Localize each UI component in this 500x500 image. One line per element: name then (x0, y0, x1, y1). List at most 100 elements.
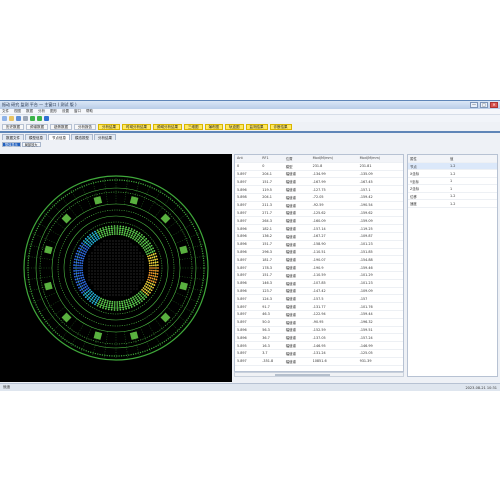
inner-node (83, 278, 85, 281)
settings-icon[interactable] (44, 116, 49, 121)
table-row[interactable]: 5.896 182.1 幅值谱 -157.14 -119.25 (235, 224, 403, 233)
menu-item[interactable]: 视图 (14, 109, 21, 114)
column-header[interactable]: Mod(M/mm) (310, 155, 358, 163)
minimize-button[interactable]: — (470, 102, 478, 108)
table-cell: 264.3 (260, 216, 284, 226)
property-row[interactable]: 位移 1.2 (408, 192, 497, 201)
core-node (103, 249, 105, 251)
table-row[interactable]: 5.897 50.0 幅值谱 -90.95 -196.32 (235, 318, 403, 327)
table-row[interactable]: 5.897 264.3 幅值谱 -160.09 -159.09 (235, 216, 403, 226)
function-button[interactable]: 频谱数据 (26, 124, 48, 130)
table-row[interactable]: 5.897 178.3 幅值谱 -190.9 -159.46 (235, 263, 403, 272)
table-row[interactable]: 5.895 16.3 幅值谱 -146.95 -146.99 (235, 341, 403, 350)
inner-node (101, 233, 104, 236)
table-row[interactable]: 5.897 271.7 幅值谱 -125.62 -159.62 (235, 209, 403, 218)
table-row[interactable]: 5.897 91.7 幅值谱 -131.77 -101.76 (235, 302, 403, 311)
table-row[interactable]: 5.896 146.3 幅值谱 -107.85 -101.23 (235, 279, 403, 288)
property-row[interactable]: Z坐标 1 (408, 184, 497, 193)
function-button[interactable]: 趋势数据 (50, 124, 72, 130)
column-header[interactable]: Ant (235, 155, 261, 163)
menu-item[interactable]: 窗口 (74, 109, 81, 114)
core-node (124, 288, 126, 290)
inner-node (113, 227, 116, 229)
scrollbar-thumb[interactable] (275, 374, 330, 376)
inner-node (84, 296, 87, 299)
open-icon[interactable] (9, 116, 14, 121)
run-icon[interactable] (30, 116, 35, 121)
table-cell: 5.897 (235, 302, 261, 311)
table-cell: 10851.6 (310, 357, 358, 366)
inner-node (73, 272, 76, 275)
close-button[interactable]: ✕ (490, 102, 498, 108)
table-row[interactable]: 5.897 3.7 幅值谱 -131.24 -125.05 (235, 349, 403, 358)
column-header[interactable]: Mod(M/mm) (357, 155, 403, 163)
new-icon[interactable] (2, 116, 7, 121)
core-node (115, 261, 117, 263)
column-header[interactable]: RF1 (260, 155, 284, 163)
table-row[interactable]: 0 0 模型 231.8 231.81 (235, 162, 403, 171)
inner-node (138, 301, 141, 304)
function-button[interactable]: 历史数据 (2, 124, 24, 130)
table-row[interactable]: 5.898 204.1 幅值谱 -72.05 -159.42 (235, 193, 403, 202)
table-cell: -157 (357, 294, 403, 304)
core-node (130, 267, 132, 269)
property-row[interactable]: X坐标 1.2 (408, 169, 497, 178)
table-row[interactable]: 5.897 211.3 幅值谱 -92.59 -190.54 (235, 201, 403, 210)
core-node (109, 273, 111, 275)
tab-item[interactable]: 分析结果 (94, 134, 116, 140)
mode-shape-plot[interactable] (0, 154, 232, 382)
table-row[interactable]: 5.896 119.5 幅值谱 -127.75 -157.1 (235, 185, 403, 194)
stop-icon[interactable] (37, 116, 42, 121)
function-button[interactable]: 频域分析结果 (153, 124, 182, 130)
function-button[interactable]: 分析报告 (74, 124, 96, 130)
horizontal-scrollbar[interactable] (234, 372, 404, 377)
inner-node (132, 303, 135, 305)
table-row[interactable]: 5.897 181.7 幅值谱 -190.07 -154.88 (235, 255, 403, 265)
tab-item[interactable]: 模态振型 (71, 134, 93, 140)
table-row[interactable]: 5.897 124.3 幅值谱 -157.5 -157 (235, 294, 403, 304)
maximize-button[interactable]: □ (480, 102, 488, 108)
save-icon[interactable] (16, 116, 21, 121)
function-button[interactable]: 分析结果 (98, 124, 120, 130)
table-cell: -157.1 (357, 185, 403, 194)
function-button[interactable]: 诊断结果 (269, 124, 292, 130)
function-button[interactable]: 三维图 (184, 124, 203, 130)
table-row[interactable]: 5.897 204.1 幅值谱 -134.99 -135.09 (235, 170, 403, 179)
table-row[interactable]: 5.896 136.2 幅值谱 -167.27 -109.87 (235, 232, 403, 241)
property-row[interactable]: Y坐标 1 (408, 177, 497, 186)
table-row[interactable]: 5.896 123.7 幅值谱 -147.42 -109.09 (235, 287, 403, 296)
menu-item[interactable]: 设置 (62, 109, 69, 114)
table-row[interactable]: 5.897 151.7 幅值谱 -110.59 -101.29 (235, 271, 403, 280)
tab-item[interactable]: 节点信息 (48, 134, 70, 140)
table-cell: 5.897 (235, 216, 261, 226)
table-cell: 5.896 (235, 224, 261, 233)
table-row[interactable]: 5.896 296.3 幅值谱 -110.51 -151.85 (235, 248, 403, 257)
tab-item[interactable]: 模型信息 (25, 134, 47, 140)
function-button[interactable]: 监测结果 (245, 124, 268, 130)
function-button[interactable]: 时域分析结果 (122, 124, 151, 130)
print-icon[interactable] (23, 116, 28, 121)
table-row[interactable]: 5.896 36.7 幅值谱 -137.05 -157.24 (235, 333, 403, 343)
subtab-item[interactable]: 局部放大 (21, 142, 41, 147)
table-row[interactable]: 5.896 151.7 幅值谱 -158.90 -101.23 (235, 240, 403, 249)
property-row[interactable]: 节点 1.2 (408, 162, 497, 171)
table-row[interactable]: 5.897 151.7 幅值谱 -167.99 -167.45 (235, 177, 403, 187)
inner-node (82, 276, 85, 279)
table-row[interactable]: 5.897 -351.8 幅值谱 10851.6 931.39 (235, 357, 403, 366)
inner-node (145, 248, 148, 250)
menu-item[interactable]: 文件 (2, 109, 9, 114)
tab-item[interactable]: 数据文件 (2, 134, 24, 140)
property-row[interactable]: 速度 1.2 (408, 199, 497, 208)
table-row[interactable]: 5.897 46.3 幅值谱 -122.94 -159.44 (235, 310, 403, 319)
table-row[interactable]: 5.896 56.3 幅值谱 -152.59 -159.51 (235, 326, 403, 335)
function-button[interactable]: 轨迹图 (225, 124, 244, 130)
inner-node (143, 239, 146, 242)
menu-item[interactable]: 数据 (26, 109, 33, 114)
menu-item[interactable]: 图形 (50, 109, 57, 114)
subtab-item[interactable]: 整体显示 (2, 142, 21, 147)
menu-item[interactable]: 帮助 (86, 109, 93, 114)
inner-node (97, 298, 99, 301)
column-header[interactable]: 位置 (283, 155, 311, 163)
function-button[interactable]: 瀑布图 (204, 124, 223, 130)
menu-item[interactable]: 分析 (38, 109, 45, 114)
